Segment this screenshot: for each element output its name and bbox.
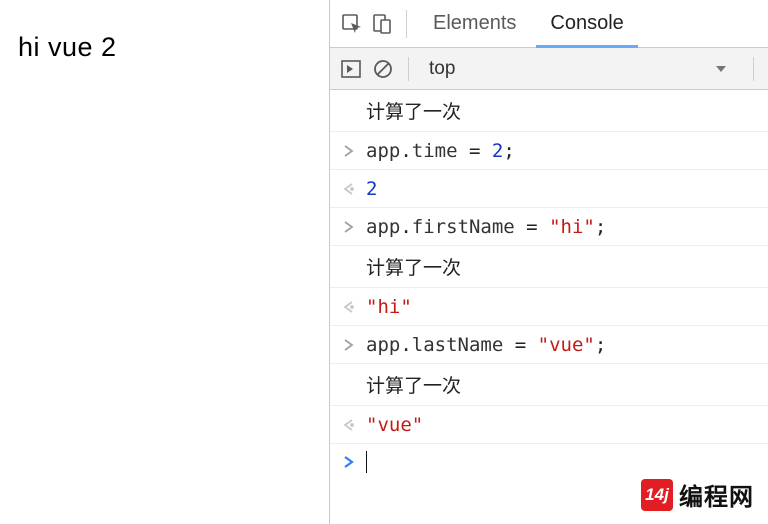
console-row: "hi" — [330, 288, 768, 326]
tab-elements[interactable]: Elements — [419, 0, 530, 48]
console-row: app.lastName = "vue"; — [330, 326, 768, 364]
output-arrow-icon — [342, 418, 355, 432]
gutter — [336, 300, 360, 314]
gutter — [336, 144, 360, 158]
tab-console[interactable]: Console — [536, 0, 637, 48]
watermark-text: 编程网 — [679, 477, 754, 512]
output-arrow-icon — [342, 182, 355, 196]
page-text: hi vue 2 — [18, 32, 311, 63]
log-message: 计算了一次 — [360, 371, 461, 398]
input-arrow-icon — [342, 338, 355, 352]
console-toolbar: top — [330, 48, 768, 90]
toolbar-separator — [408, 57, 409, 81]
inspect-element-icon[interactable] — [340, 12, 364, 36]
context-label: top — [429, 58, 455, 80]
prompt-arrow-icon — [336, 455, 360, 469]
context-selector[interactable]: top — [423, 58, 739, 80]
console-prompt[interactable] — [330, 444, 768, 480]
console-output[interactable]: 计算了一次 app.time = 2; 2 app.firstName = "hi";… — [330, 90, 768, 524]
text-caret — [366, 451, 367, 473]
input-expression: app.time = 2; — [360, 140, 515, 162]
console-row: app.time = 2; — [330, 132, 768, 170]
input-expression: app.firstName = "hi"; — [360, 216, 606, 238]
output-value: 2 — [360, 178, 377, 200]
output-value: "hi" — [360, 296, 412, 318]
gutter — [336, 220, 360, 234]
input-arrow-icon — [342, 220, 355, 234]
watermark-badge: 14j — [641, 479, 673, 511]
log-message: 计算了一次 — [360, 97, 461, 124]
input-arrow-icon — [342, 144, 355, 158]
chevron-down-icon — [715, 63, 727, 75]
output-arrow-icon — [342, 300, 355, 314]
console-row: app.firstName = "hi"; — [330, 208, 768, 246]
watermark: 14j 编程网 — [641, 477, 754, 512]
gutter — [336, 418, 360, 432]
toolbar-separator — [753, 57, 754, 81]
gutter — [336, 182, 360, 196]
console-row: 计算了一次 — [330, 246, 768, 288]
tabbar-separator — [406, 10, 407, 38]
gutter — [336, 338, 360, 352]
devtools-tabbar: Elements Console — [330, 0, 768, 48]
clear-console-icon[interactable] — [372, 58, 394, 80]
console-row: 2 — [330, 170, 768, 208]
page-content-pane: hi vue 2 — [0, 0, 330, 524]
toggle-sidebar-icon[interactable] — [340, 58, 362, 80]
console-row: "vue" — [330, 406, 768, 444]
console-row: 计算了一次 — [330, 364, 768, 406]
output-value: "vue" — [360, 414, 423, 436]
toggle-device-icon[interactable] — [370, 12, 394, 36]
console-row: 计算了一次 — [330, 90, 768, 132]
devtools-panel: Elements Console top 计算了一次 app.time = 2; 2… — [330, 0, 768, 524]
log-message: 计算了一次 — [360, 253, 461, 280]
input-expression: app.lastName = "vue"; — [360, 334, 606, 356]
